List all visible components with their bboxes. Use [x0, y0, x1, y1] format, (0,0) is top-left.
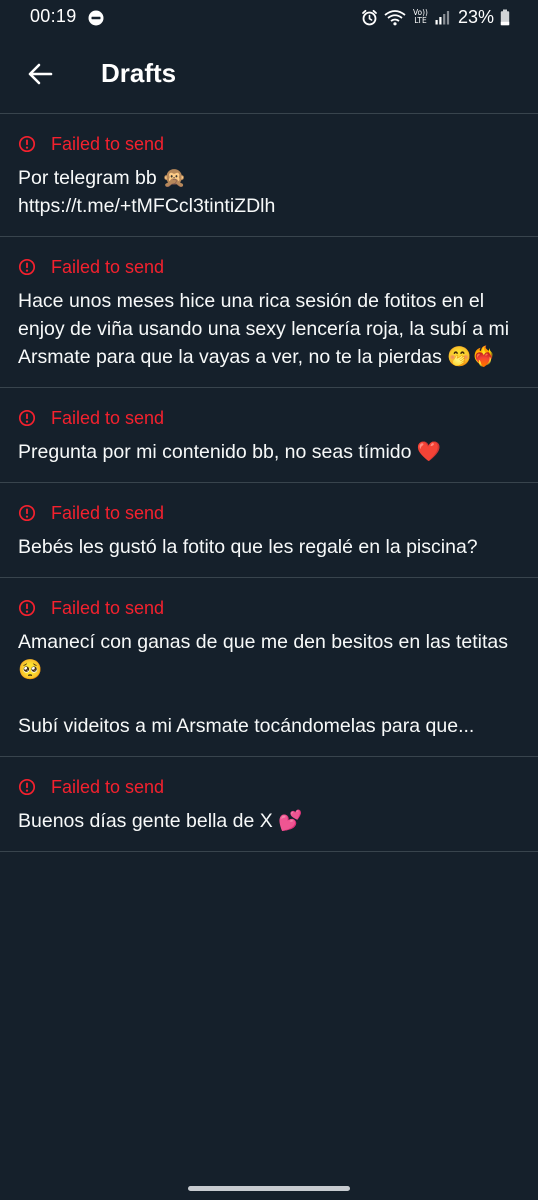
gesture-nav-handle[interactable] — [188, 1186, 350, 1191]
status-icons: Vo)) LTE 23% — [361, 6, 510, 28]
back-button[interactable] — [22, 56, 58, 92]
failed-to-send-label: Failed to send — [51, 776, 165, 797]
battery-icon — [500, 9, 510, 25]
alert-circle-icon — [18, 778, 36, 796]
alert-circle-icon — [18, 504, 36, 522]
arrow-left-icon — [28, 63, 53, 85]
alert-circle-icon — [18, 599, 36, 617]
draft-text: Buenos días gente bella de X 💕 — [18, 810, 303, 832]
alarm-icon — [362, 9, 377, 25]
wifi-icon — [384, 9, 406, 25]
alert-circle-icon — [18, 258, 36, 276]
draft-status: Failed to send — [18, 502, 520, 524]
draft-status: Failed to send — [18, 407, 520, 429]
do-not-disturb-icon — [88, 10, 104, 26]
failed-to-send-label: Failed to send — [51, 502, 165, 523]
draft-text: Amanecí con ganas de que me den besitos … — [18, 631, 508, 737]
draft-text: Por telegram bb 🙊 https://t.me/+tMFCcl3t… — [18, 167, 276, 217]
status-bar: 00:19 Vo)) LTE 23% — [0, 0, 538, 36]
app-header: Drafts — [0, 36, 538, 114]
lte-label: LTE — [414, 16, 427, 25]
volte-lte-indicator: Vo)) LTE — [413, 9, 428, 25]
draft-status: Failed to send — [18, 256, 520, 278]
draft-item[interactable]: Failed to send Hace unos meses hice una … — [0, 237, 538, 388]
failed-to-send-label: Failed to send — [51, 133, 165, 154]
status-time: 00:19 — [30, 6, 77, 26]
failed-to-send-label: Failed to send — [51, 597, 165, 618]
alert-circle-icon — [18, 409, 36, 427]
battery-percentage: 23% — [457, 6, 494, 27]
draft-status: Failed to send — [18, 133, 520, 155]
draft-status: Failed to send — [18, 597, 520, 619]
failed-to-send-label: Failed to send — [51, 256, 165, 277]
signal-icon — [435, 10, 450, 24]
draft-item[interactable]: Failed to send Bebés les gustó la fotito… — [0, 483, 538, 578]
alert-circle-icon — [18, 135, 36, 153]
page-title: Drafts — [101, 58, 177, 88]
draft-status: Failed to send — [18, 776, 520, 798]
draft-text: Hace unos meses hice una rica sesión de … — [18, 290, 514, 368]
draft-text: Bebés les gustó la fotito que les regalé… — [18, 536, 478, 558]
draft-item[interactable]: Failed to send Por telegram bb 🙊 https:/… — [0, 114, 538, 237]
failed-to-send-label: Failed to send — [51, 407, 165, 428]
draft-item[interactable]: Failed to send Amanecí con ganas de que … — [0, 578, 538, 757]
drafts-list: Failed to send Por telegram bb 🙊 https:/… — [0, 114, 538, 852]
draft-text: Pregunta por mi contenido bb, no seas tí… — [18, 441, 442, 463]
draft-item[interactable]: Failed to send Buenos días gente bella d… — [0, 757, 538, 852]
draft-item[interactable]: Failed to send Pregunta por mi contenido… — [0, 388, 538, 483]
